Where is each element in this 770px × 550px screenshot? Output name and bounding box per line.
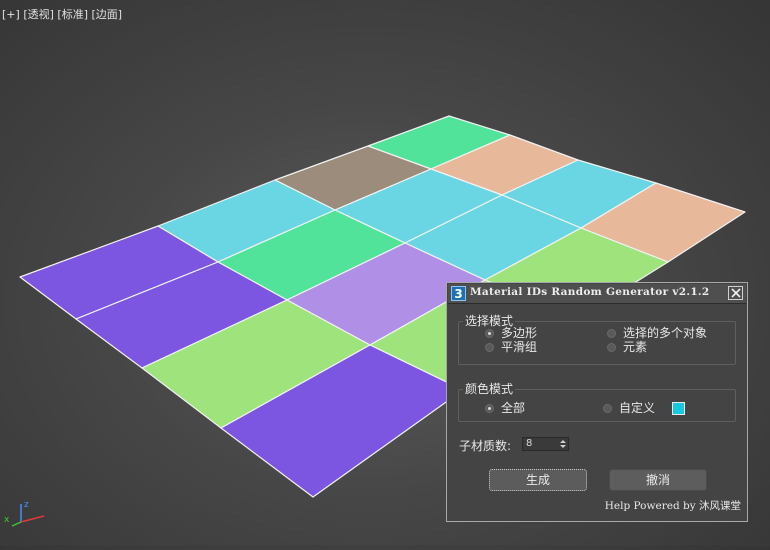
radio-polygon-label: 多边形 xyxy=(501,326,538,340)
radio-all-label: 全部 xyxy=(501,401,526,415)
radio-polygon[interactable]: 多边形 xyxy=(485,326,537,340)
radio-selected-icon xyxy=(485,328,494,338)
powered-by-text: Powered by 沐风课堂 xyxy=(633,500,741,512)
radio-element-label: 元素 xyxy=(623,340,648,354)
viewport-label-menu: [+] [透视] [标准] [边面] xyxy=(2,6,122,22)
axis-z-label: z xyxy=(24,500,29,510)
submaterial-count-spinner[interactable]: 8 xyxy=(522,437,569,451)
viewport-shading-standard[interactable]: [标准] xyxy=(57,8,88,21)
axis-x-label: x xyxy=(4,515,10,525)
dialog-title: Material IDs Random Generator v2.1.2 xyxy=(470,286,710,298)
dialog-footer: Help Powered by 沐风课堂 xyxy=(605,498,741,513)
radio-element[interactable]: 元素 xyxy=(607,340,647,354)
viewport-edged-faces[interactable]: [边面] xyxy=(92,8,123,21)
radio-unselected-icon xyxy=(603,403,612,413)
close-button[interactable] xyxy=(728,286,743,300)
color-mode-group: 颜色模式 全部 自定义 xyxy=(458,382,736,422)
radio-custom[interactable]: 自定义 xyxy=(603,401,655,415)
radio-all[interactable]: 全部 xyxy=(485,401,525,415)
viewport-view-type[interactable]: [透视] xyxy=(23,8,54,21)
submaterial-count-value[interactable]: 8 xyxy=(526,438,532,450)
close-icon xyxy=(731,288,741,298)
radio-selected-objects-label: 选择的多个对象 xyxy=(623,326,708,340)
undo-button[interactable]: 撤消 xyxy=(609,469,707,491)
radio-selected-objects[interactable]: 选择的多个对象 xyxy=(607,326,707,340)
custom-color-swatch[interactable] xyxy=(672,402,685,415)
submaterial-count-label: 子材质数: xyxy=(459,439,512,453)
radio-custom-label: 自定义 xyxy=(619,401,656,415)
dialog-titlebar[interactable]: 3 Material IDs Random Generator v2.1.2 xyxy=(448,284,746,304)
axis-gizmo: z x xyxy=(4,500,45,527)
help-link[interactable]: Help xyxy=(605,500,630,512)
generate-button[interactable]: 生成 xyxy=(489,469,587,491)
radio-unselected-icon xyxy=(607,342,616,352)
app-3dsmax-icon: 3 xyxy=(451,286,466,301)
viewport-menu-button[interactable]: [+] xyxy=(2,8,20,21)
radio-smoothing-group-label: 平滑组 xyxy=(501,340,538,354)
radio-selected-icon xyxy=(485,403,494,413)
radio-smoothing-group[interactable]: 平滑组 xyxy=(485,340,537,354)
select-mode-group: 选择模式 多边形 选择的多个对象 平滑组 元素 xyxy=(458,314,736,365)
radio-unselected-icon xyxy=(485,342,494,352)
radio-unselected-icon xyxy=(607,328,616,338)
color-mode-title: 颜色模式 xyxy=(463,382,516,397)
material-id-generator-dialog: 3 Material IDs Random Generator v2.1.2 选… xyxy=(446,282,748,522)
spinner-arrows-icon[interactable] xyxy=(560,439,566,449)
